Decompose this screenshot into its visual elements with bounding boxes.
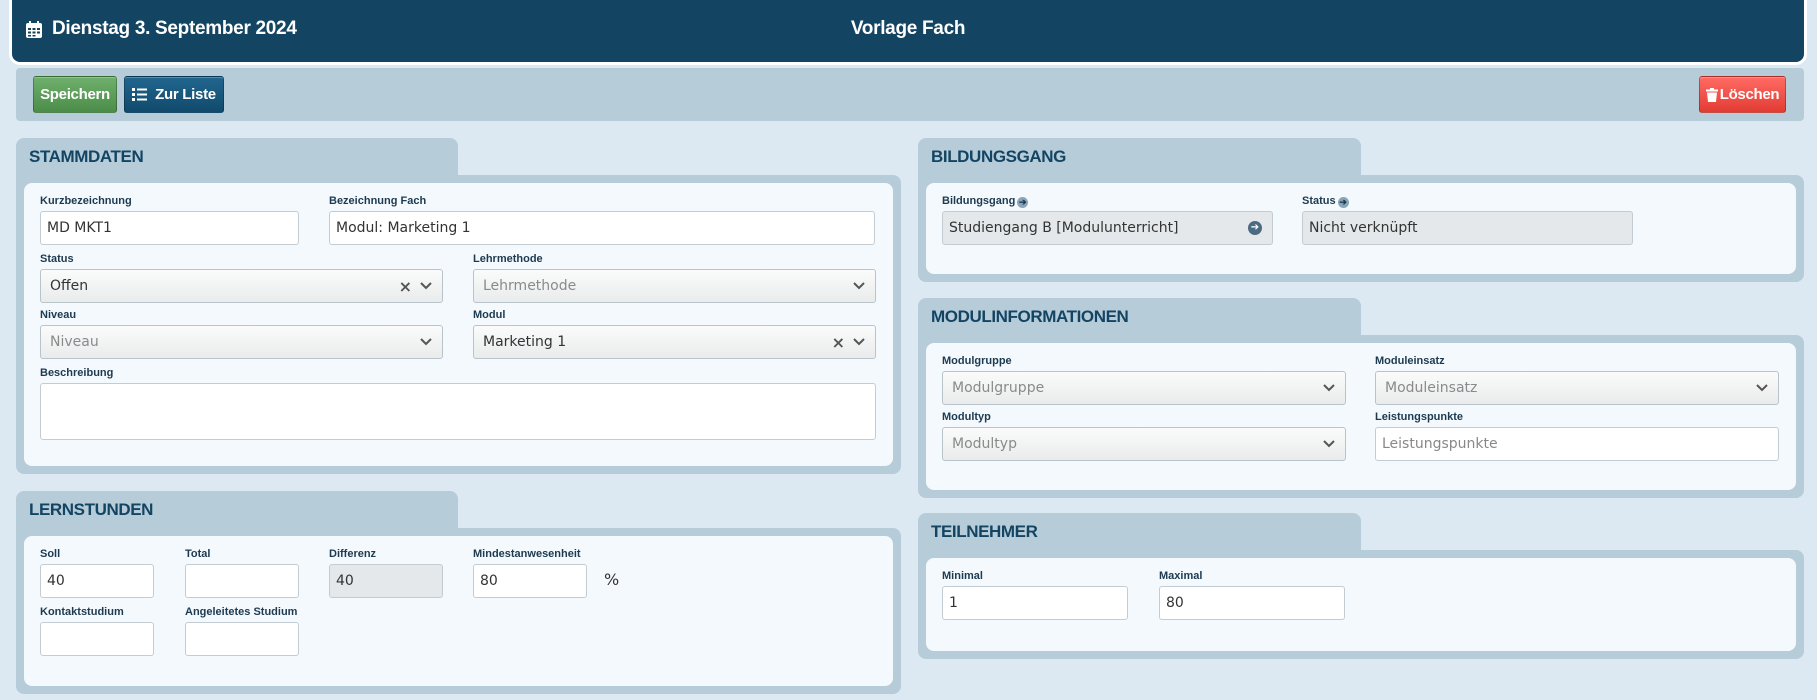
lernstunden-title: LERNSTUNDEN [29, 500, 154, 519]
to-list-button[interactable]: Zur Liste [124, 76, 224, 113]
bildungsgang-label-text: Bildungsgang [942, 195, 1016, 207]
modulinformationen-title: MODULINFORMATIONEN [931, 307, 1129, 326]
minimal-label: Minimal [942, 570, 983, 582]
list-icon [132, 88, 148, 101]
delete-button[interactable]: Löschen [1699, 76, 1786, 113]
maximal-input[interactable]: 80 [1159, 586, 1345, 620]
soll-input[interactable]: 40 [40, 564, 154, 598]
clear-icon[interactable]: × [832, 333, 845, 352]
chevron-down-icon [1323, 440, 1335, 448]
arrow-right-icon[interactable]: ➔ [1248, 221, 1262, 235]
niveau-placeholder: Niveau [50, 334, 99, 350]
stammdaten-title: STAMMDATEN [29, 147, 144, 166]
bg-status-label: Status ➔ [1302, 195, 1349, 208]
modulgruppe-placeholder: Modulgruppe [952, 380, 1045, 396]
bildungsgang-title: BILDUNGSGANG [931, 147, 1066, 166]
save-button[interactable]: Speichern [33, 76, 117, 113]
mindestanwesenheit-input[interactable]: 80 [473, 564, 587, 598]
differenz-label: Differenz [329, 548, 377, 560]
toolbar: Speichern Zur Liste Löschen [16, 68, 1804, 121]
status-label: Status [40, 253, 74, 265]
delete-button-label: Löschen [1719, 86, 1780, 103]
teilnehmer-tab: TEILNEHMER [918, 513, 1361, 553]
modulinformationen-panel: MODULINFORMATIONEN Modulgruppe Modulgrup… [918, 298, 1804, 498]
save-button-label: Speichern [40, 86, 110, 103]
chevron-down-icon [853, 282, 865, 290]
kontaktstudium-label: Kontaktstudium [40, 606, 124, 618]
kontaktstudium-input[interactable] [40, 622, 154, 656]
stammdaten-tab: STAMMDATEN [16, 138, 458, 178]
modultyp-select[interactable]: Modultyp [942, 427, 1346, 461]
maximal-label: Maximal [1159, 570, 1203, 582]
arrow-right-icon[interactable]: ➔ [1017, 197, 1029, 208]
bildungsgang-tab: BILDUNGSGANG [918, 138, 1361, 178]
bildungsgang-input[interactable]: Studiengang B [Modulunterricht] ➔ [942, 211, 1273, 245]
leistungspunkte-input[interactable]: Leistungspunkte [1375, 427, 1779, 461]
bildungsgang-label: Bildungsgang ➔ [942, 195, 1029, 208]
differenz-input: 40 [329, 564, 443, 598]
moduleinsatz-placeholder: Moduleinsatz [1385, 380, 1478, 396]
lehrmethode-select[interactable]: Lehrmethode [473, 269, 876, 303]
chevron-down-icon [1323, 384, 1335, 392]
modultyp-placeholder: Modultyp [952, 436, 1017, 452]
bg-status-label-text: Status [1302, 195, 1336, 207]
teilnehmer-title: TEILNEHMER [931, 522, 1038, 541]
soll-label: Soll [40, 548, 61, 560]
kurzbezeichnung-input[interactable]: MD MKT1 [40, 211, 299, 245]
modul-select[interactable]: Marketing 1 × [473, 325, 876, 359]
angeleitetes-studium-label: Angeleitetes Studium [185, 606, 298, 618]
page-title: Vorlage Fach [850, 18, 966, 39]
stammdaten-panel: STAMMDATEN Kurzbezeichnung MD MKT1 Bezei… [16, 138, 901, 474]
status-select[interactable]: Offen × [40, 269, 443, 303]
bg-status-input: Nicht verknüpft [1302, 211, 1633, 245]
bezeichnung-fach-label: Bezeichnung Fach [329, 195, 427, 207]
kurzbezeichnung-label: Kurzbezeichnung [40, 195, 132, 207]
chevron-down-icon [853, 338, 865, 346]
arrow-right-icon[interactable]: ➔ [1337, 197, 1349, 208]
moduleinsatz-select[interactable]: Moduleinsatz [1375, 371, 1779, 405]
chevron-down-icon [420, 338, 432, 346]
bezeichnung-fach-input[interactable]: Modul: Marketing 1 [329, 211, 875, 245]
beschreibung-label: Beschreibung [40, 367, 114, 379]
lehrmethode-label: Lehrmethode [473, 253, 543, 265]
chevron-down-icon [420, 282, 432, 290]
chevron-down-icon [1756, 384, 1768, 392]
mindestanwesenheit-label: Mindestanwesenheit [473, 548, 581, 560]
moduleinsatz-label: Moduleinsatz [1375, 355, 1445, 367]
modul-label: Modul [473, 309, 506, 321]
total-input[interactable] [185, 564, 299, 598]
clear-icon[interactable]: × [399, 277, 412, 296]
niveau-select[interactable]: Niveau [40, 325, 443, 359]
bildungsgang-panel: BILDUNGSGANG Bildungsgang ➔ Studiengang B… [918, 138, 1804, 282]
teilnehmer-panel: TEILNEHMER Minimal 1 Maximal 80 [918, 513, 1804, 659]
percent-unit: % [604, 570, 620, 589]
leistungspunkte-label: Leistungspunkte [1375, 411, 1464, 423]
status-value: Offen [50, 278, 89, 294]
to-list-button-label: Zur Liste [155, 86, 216, 103]
lehrmethode-placeholder: Lehrmethode [483, 278, 577, 294]
minimal-input[interactable]: 1 [942, 586, 1128, 620]
beschreibung-textarea[interactable] [40, 383, 876, 440]
modultyp-label: Modultyp [942, 411, 991, 423]
lernstunden-tab: LERNSTUNDEN [16, 491, 458, 531]
top-header: Dienstag 3. September 2024 Vorlage Fach [12, 0, 1804, 62]
niveau-label: Niveau [40, 309, 77, 321]
trash-icon [1705, 87, 1718, 102]
bildungsgang-value: Studiengang B [Modulunterricht] [949, 220, 1179, 236]
total-label: Total [185, 548, 211, 560]
angeleitetes-studium-input[interactable] [185, 622, 299, 656]
lernstunden-panel: LERNSTUNDEN Soll 40 Total Differenz 40 M… [16, 491, 901, 694]
modulinformationen-tab: MODULINFORMATIONEN [918, 298, 1361, 338]
modulgruppe-label: Modulgruppe [942, 355, 1012, 367]
modul-value: Marketing 1 [483, 334, 567, 350]
modulgruppe-select[interactable]: Modulgruppe [942, 371, 1346, 405]
